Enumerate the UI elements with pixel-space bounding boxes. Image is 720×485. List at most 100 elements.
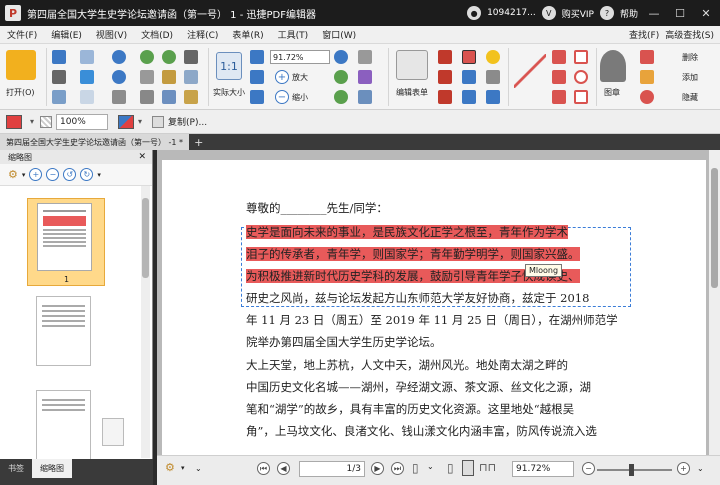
- audio-icon[interactable]: [486, 90, 500, 104]
- stamp-label[interactable]: 图章: [604, 87, 620, 98]
- text-field-icon[interactable]: [438, 50, 452, 64]
- new-doc-icon[interactable]: [80, 50, 94, 64]
- rotate-thumb-icon[interactable]: ↺: [63, 168, 77, 181]
- note-icon[interactable]: [486, 50, 500, 64]
- advanced-find-button[interactable]: 高级查找(S): [665, 28, 714, 41]
- pencil-tool-icon[interactable]: [552, 90, 566, 104]
- style-swatch-icon[interactable]: [118, 114, 135, 129]
- zoom-slider[interactable]: [597, 469, 672, 471]
- facing-pages-icon[interactable]: ⊓⊓: [479, 461, 496, 474]
- maximize-icon[interactable]: ☐: [670, 3, 690, 23]
- gear-icon[interactable]: ⚙: [8, 168, 18, 181]
- save-icon[interactable]: [52, 50, 66, 64]
- chevron-double-down-icon[interactable]: ⌄: [195, 464, 202, 473]
- fit-page-icon[interactable]: [250, 50, 264, 64]
- continuous-page-icon[interactable]: [462, 460, 474, 476]
- measure-icon[interactable]: [358, 90, 372, 104]
- zoom-out-thumb-icon[interactable]: −: [46, 168, 60, 181]
- zoom-in-thumb-icon[interactable]: +: [29, 168, 43, 181]
- ellipse-tool-icon[interactable]: [574, 70, 588, 84]
- zoom-in-icon[interactable]: +: [275, 70, 289, 84]
- rotate-right-icon[interactable]: [334, 90, 348, 104]
- duplicate-button[interactable]: 复制(P)...: [168, 115, 207, 128]
- page-thumbnail[interactable]: [36, 296, 91, 366]
- menu-view[interactable]: 视图(V): [89, 28, 134, 41]
- arrow-tool-icon[interactable]: [552, 50, 566, 64]
- snapshot-icon[interactable]: [184, 50, 198, 64]
- paste-icon[interactable]: [140, 90, 154, 104]
- rotate-cw-thumb-icon[interactable]: ↻: [80, 168, 94, 181]
- account-id[interactable]: 1094217...: [487, 8, 536, 18]
- menu-document[interactable]: 文档(D): [134, 28, 180, 41]
- vip-icon[interactable]: V: [541, 6, 556, 20]
- zoom-in-label[interactable]: 放大: [292, 72, 308, 83]
- menu-edit[interactable]: 编辑(E): [44, 28, 89, 41]
- add-comment-icon[interactable]: [640, 70, 654, 84]
- help-icon[interactable]: ?: [599, 6, 614, 20]
- chevron-double-down-icon[interactable]: ⌄: [697, 464, 704, 473]
- stamp-icon[interactable]: [600, 50, 626, 82]
- zoom-tool-icon[interactable]: [184, 70, 198, 84]
- close-icon[interactable]: ✕: [696, 3, 716, 23]
- menu-comment[interactable]: 注释(C): [180, 28, 225, 41]
- color-swatch-icon[interactable]: [6, 114, 22, 129]
- status-zoom-select[interactable]: 91.72%: [512, 461, 574, 477]
- zoom-plus-icon[interactable]: [334, 50, 348, 64]
- opacity-select[interactable]: 100%: [56, 113, 109, 130]
- scan-icon[interactable]: [80, 90, 94, 104]
- forward-icon[interactable]: [162, 50, 176, 64]
- link-icon[interactable]: [358, 70, 372, 84]
- typewriter-icon[interactable]: [462, 70, 476, 84]
- menu-tools[interactable]: 工具(T): [271, 28, 316, 41]
- fit-visible-icon[interactable]: [250, 90, 264, 104]
- open-folder-icon[interactable]: [6, 50, 36, 80]
- line-tool-icon[interactable]: [514, 54, 546, 88]
- add-tab-icon[interactable]: +: [194, 136, 203, 149]
- underline-tool-icon[interactable]: [438, 90, 452, 104]
- attachment-icon[interactable]: [486, 70, 500, 84]
- delete-comment-icon[interactable]: [640, 50, 654, 64]
- chevron-down-icon[interactable]: ▾: [22, 171, 26, 179]
- copy-icon[interactable]: [112, 90, 126, 104]
- panel-close-icon[interactable]: ✕: [138, 152, 146, 162]
- next-page-icon[interactable]: ▶: [371, 462, 384, 475]
- tab-thumbnails[interactable]: 缩略图: [32, 459, 72, 478]
- zoom-select[interactable]: 91.72%: [270, 50, 330, 64]
- hide-comment-label[interactable]: 隐藏: [682, 92, 698, 103]
- find-button[interactable]: 查找(F): [629, 28, 659, 41]
- cloud-shape-icon[interactable]: [574, 90, 588, 104]
- add-comment-label[interactable]: 添加: [682, 72, 698, 83]
- edit-form-icon[interactable]: [396, 50, 428, 80]
- email-icon[interactable]: [52, 90, 66, 104]
- user-avatar-icon[interactable]: ●: [467, 6, 482, 20]
- status-zoom-out-icon[interactable]: −: [582, 462, 595, 475]
- zoom-out-icon[interactable]: −: [275, 90, 289, 104]
- tab-bookmarks[interactable]: 书签: [0, 459, 32, 478]
- zoom-slider-handle[interactable]: [629, 464, 634, 476]
- single-page-icon[interactable]: ▯: [447, 461, 454, 475]
- zoom-out-label[interactable]: 缩小: [292, 92, 308, 103]
- page-number-input[interactable]: 1/3: [299, 461, 365, 477]
- chevron-down-icon[interactable]: ▾: [138, 117, 142, 126]
- prev-page-icon[interactable]: ◀: [277, 462, 290, 475]
- page-view-icon[interactable]: [358, 50, 372, 64]
- buy-vip-link[interactable]: 购买VIP: [562, 7, 594, 20]
- rectangle-tool-icon[interactable]: [574, 50, 588, 64]
- gear-icon[interactable]: ⚙: [165, 461, 175, 474]
- rotate-left-icon[interactable]: [334, 70, 348, 84]
- page-thumbnail-selected[interactable]: 1: [27, 198, 105, 286]
- menu-window[interactable]: 窗口(W): [315, 28, 363, 41]
- actual-size-icon[interactable]: 1:1: [216, 52, 242, 80]
- text-comment-icon[interactable]: [462, 90, 476, 104]
- chevron-down-icon[interactable]: ▾: [181, 464, 185, 472]
- loupe-icon[interactable]: [184, 90, 198, 104]
- text-box-icon[interactable]: [462, 50, 476, 64]
- polyline-tool-icon[interactable]: [552, 70, 566, 84]
- delete-comment-label[interactable]: 删除: [682, 52, 698, 63]
- menu-file[interactable]: 文件(F): [0, 28, 44, 41]
- redo-icon[interactable]: [112, 70, 126, 84]
- sidebar-scrollbar[interactable]: [141, 186, 150, 458]
- undo-icon[interactable]: [112, 50, 126, 64]
- actual-size-label[interactable]: 实际大小: [213, 87, 245, 98]
- last-page-icon[interactable]: ⏭: [391, 462, 404, 475]
